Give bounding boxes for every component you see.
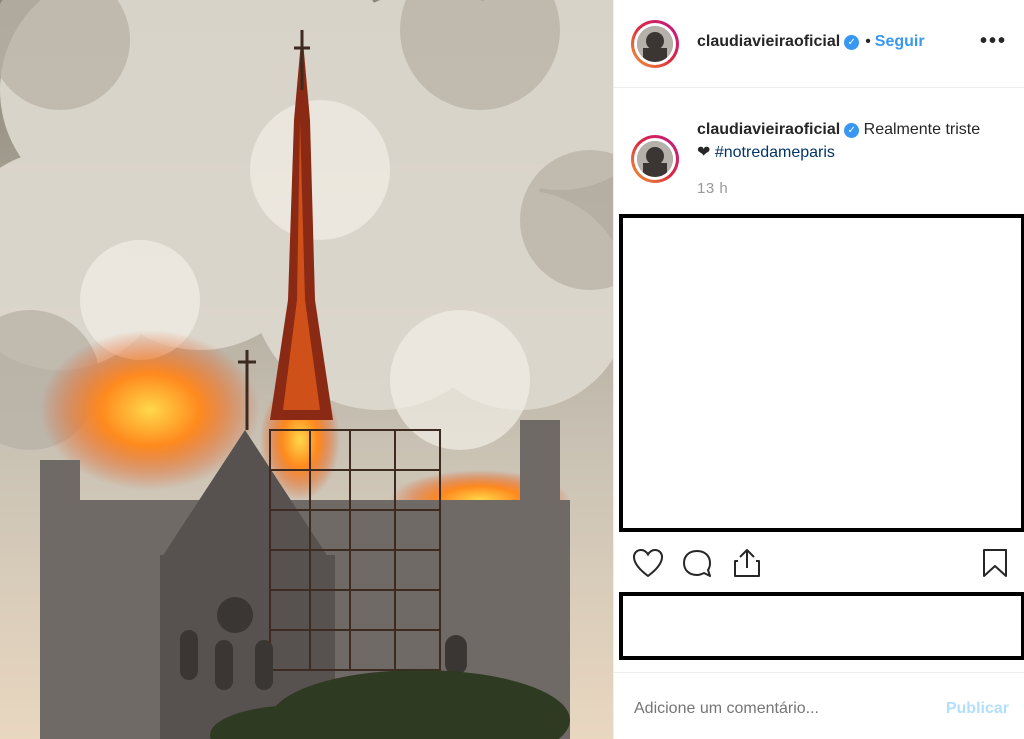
share-icon[interactable] bbox=[731, 548, 763, 583]
comment-input[interactable] bbox=[634, 700, 934, 718]
avatar-photo bbox=[637, 26, 673, 62]
post-side-panel: claudiavieiraoficial ✓ • Seguir ••• claudia… bbox=[613, 0, 1024, 739]
post-timestamp[interactable]: 13 h bbox=[697, 180, 728, 197]
header-username-line: claudiavieiraoficial ✓ • Seguir bbox=[697, 33, 925, 51]
redacted-comments-area bbox=[619, 214, 1024, 532]
follow-button[interactable]: Seguir bbox=[875, 33, 925, 50]
heart-icon[interactable] bbox=[632, 548, 664, 583]
caption-text: Realmente triste bbox=[863, 121, 981, 138]
username-link[interactable]: claudiavieiraoficial bbox=[697, 33, 840, 50]
more-options-icon[interactable]: ••• bbox=[980, 30, 1007, 53]
verified-badge-icon: ✓ bbox=[844, 123, 860, 138]
redacted-likes-area bbox=[619, 592, 1024, 660]
bookmark-icon[interactable] bbox=[981, 548, 1009, 583]
avatar[interactable] bbox=[631, 20, 679, 68]
caption-avatar[interactable] bbox=[631, 135, 679, 183]
publish-button[interactable]: Publicar bbox=[946, 700, 1009, 718]
hashtag-link[interactable]: #notredameparis bbox=[715, 144, 835, 161]
comment-bar: Publicar bbox=[614, 672, 1024, 739]
separator-dot: • bbox=[865, 33, 871, 50]
action-bar bbox=[614, 540, 1024, 590]
verified-badge-icon: ✓ bbox=[844, 35, 860, 50]
post-image[interactable] bbox=[0, 0, 613, 739]
post-header: claudiavieiraoficial ✓ • Seguir ••• bbox=[614, 0, 1024, 88]
avatar-photo bbox=[637, 141, 673, 177]
black-heart-emoji: ❤ bbox=[697, 144, 711, 161]
comment-icon[interactable] bbox=[681, 548, 713, 583]
post-caption: claudiavieiraoficial ✓ Realmente triste ❤… bbox=[697, 118, 1007, 164]
caption-username-link[interactable]: claudiavieiraoficial bbox=[697, 121, 840, 138]
